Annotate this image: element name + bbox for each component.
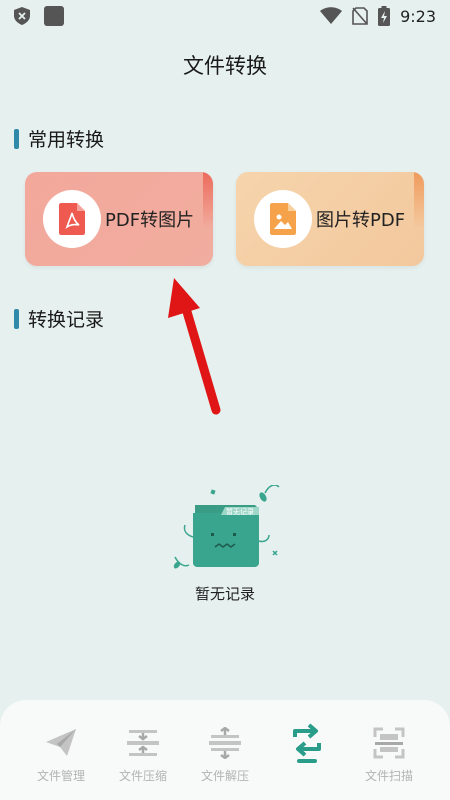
section-marker: [14, 128, 19, 149]
section-heading-records: 转换记录: [14, 305, 104, 332]
scan-icon: [372, 726, 406, 760]
wifi-icon: [320, 7, 343, 24]
empty-folder-badge: 暂无记录: [226, 507, 254, 516]
app-notification-icon: [44, 6, 64, 26]
screen: 9:23 文件转换 常用转换 PDF转图片 图片转PDF 转换记录 暂无记录 暂…: [0, 0, 450, 800]
pdf-to-image-card[interactable]: PDF转图片: [25, 172, 213, 266]
card-label: 图片转PDF: [316, 210, 406, 231]
page-title: 文件转换: [183, 54, 267, 78]
shield-icon: [14, 7, 30, 25]
nav-item-file-manage[interactable]: 文件管理: [26, 726, 96, 784]
paper-plane-icon: [44, 726, 78, 760]
compress-icon: [126, 726, 160, 760]
red-arrow-annotation: [168, 278, 221, 415]
no-sim-icon: [352, 7, 368, 25]
image-icon: [254, 190, 312, 248]
nav-label: 文件管理: [36, 769, 85, 783]
convert-icon: [290, 723, 324, 763]
nav-item-file-scan[interactable]: 文件扫描: [354, 726, 424, 784]
empty-state-text: 暂无记录: [194, 585, 255, 603]
status-time: 9:23: [400, 6, 436, 26]
card-accent: [414, 172, 424, 266]
nav-item-convert[interactable]: [272, 723, 342, 767]
image-to-pdf-card[interactable]: 图片转PDF: [236, 172, 424, 266]
section-marker: [14, 308, 19, 329]
battery-charging-icon: [378, 6, 391, 26]
section-heading-label: 常用转换: [28, 129, 105, 151]
decompress-icon: [208, 726, 242, 760]
nav-item-file-compress[interactable]: 文件压缩: [108, 726, 178, 784]
card-accent: [203, 172, 213, 266]
section-heading-common: 常用转换: [14, 125, 104, 152]
pdf-icon: [43, 190, 101, 248]
card-label: PDF转图片: [105, 210, 195, 231]
status-bar: 9:23: [0, 0, 450, 32]
nav-item-file-decompress[interactable]: 文件解压: [190, 726, 260, 784]
bottom-nav: 文件管理 文件压缩 文件解压 文件扫描: [0, 700, 450, 800]
nav-label: 文件压缩: [118, 769, 167, 783]
section-heading-label: 转换记录: [28, 309, 105, 331]
empty-folder-illustration: 暂无记录: [173, 485, 280, 569]
nav-label: 文件扫描: [364, 769, 413, 783]
nav-label: 文件解压: [200, 769, 249, 783]
